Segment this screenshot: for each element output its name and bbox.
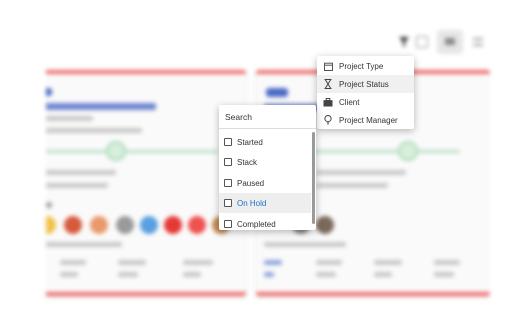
- status-option-label: Stack: [237, 157, 258, 167]
- status-option-started[interactable]: Started: [219, 132, 311, 152]
- status-option-label: Started: [237, 137, 263, 147]
- projects-board: Project Type Project Status Client Proje…: [0, 0, 532, 323]
- collapse-icon[interactable]: [473, 38, 483, 46]
- menu-item-label: Project Status: [339, 79, 389, 89]
- hourglass-icon: [323, 79, 333, 89]
- project-card-left[interactable]: [38, 70, 246, 296]
- filter-icon[interactable]: [398, 36, 410, 48]
- status-menu-scrollbar[interactable]: [312, 132, 315, 224]
- calendar-icon: [323, 61, 333, 71]
- status-option-stack[interactable]: Stack: [219, 152, 311, 172]
- checkbox[interactable]: [224, 158, 232, 166]
- menu-item-project-manager[interactable]: Project Manager: [317, 111, 414, 129]
- menu-item-label: Project Type: [339, 61, 384, 71]
- menu-item-project-status[interactable]: Project Status: [317, 75, 414, 93]
- project-status-menu: Search Started Stack Paused On Hold Comp…: [219, 105, 316, 230]
- status-option-on-hold[interactable]: On Hold: [219, 193, 311, 213]
- status-option-label: On Hold: [237, 198, 267, 208]
- status-option-label: Completed: [237, 219, 276, 229]
- checkbox[interactable]: [224, 199, 232, 207]
- menu-item-client[interactable]: Client: [317, 93, 414, 111]
- checkbox[interactable]: [224, 179, 232, 187]
- list-view-icon: [445, 38, 455, 45]
- menu-item-label: Client: [339, 97, 360, 107]
- checkbox[interactable]: [224, 220, 232, 228]
- lightbulb-icon: [323, 115, 333, 125]
- status-option-label: Paused: [237, 178, 265, 188]
- status-option-paused[interactable]: Paused: [219, 173, 311, 193]
- checkbox[interactable]: [224, 138, 232, 146]
- status-search-input[interactable]: Search: [219, 105, 316, 129]
- grid-view-icon[interactable]: [416, 36, 428, 48]
- menu-item-label: Project Manager: [339, 115, 398, 125]
- search-label: Search: [225, 112, 252, 122]
- filter-type-menu: Project Type Project Status Client Proje…: [317, 56, 414, 129]
- status-option-completed[interactable]: Completed: [219, 214, 311, 230]
- briefcase-icon: [323, 97, 333, 107]
- menu-item-project-type[interactable]: Project Type: [317, 57, 414, 75]
